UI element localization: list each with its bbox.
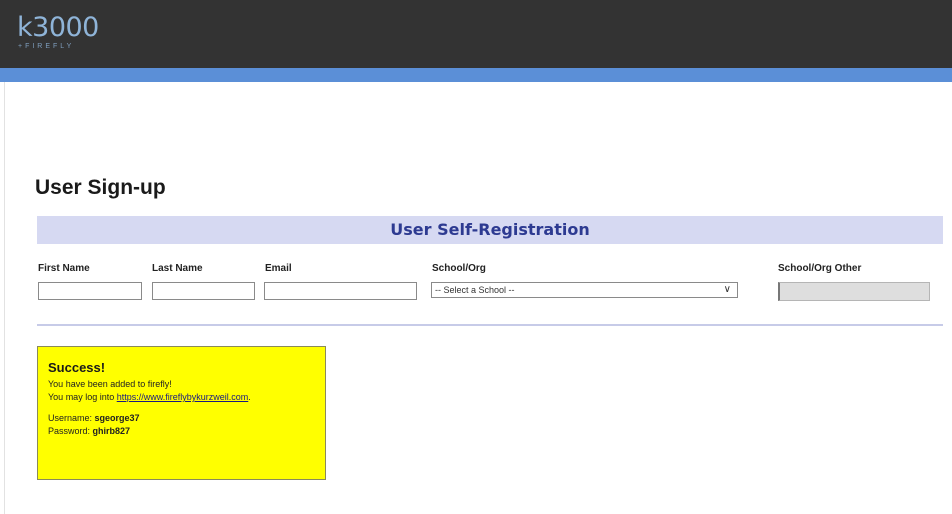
logo-wordmark: k3000 [17, 12, 99, 43]
username-label: Username: [48, 413, 95, 423]
email-field[interactable] [264, 282, 417, 300]
school-label: School/Org [432, 263, 486, 274]
first-name-label: First Name [38, 263, 90, 274]
last-name-field[interactable] [152, 282, 255, 300]
section-header: User Self-Registration [37, 216, 943, 244]
form-divider [37, 324, 943, 326]
page-title: User Sign-up [35, 176, 166, 199]
username-value: sgeorge37 [94, 413, 140, 423]
school-other-field [778, 282, 930, 301]
login-prefix: You may log into [48, 392, 117, 402]
school-other-label: School/Org Other [778, 263, 862, 274]
school-select[interactable]: -- Select a School -- ∨ [431, 282, 738, 298]
accent-bar [0, 68, 952, 82]
password-value: ghirb827 [92, 426, 131, 436]
school-select-value: -- Select a School -- [435, 285, 515, 295]
success-line-login: You may log into https://www.fireflybyku… [48, 391, 325, 404]
first-name-field[interactable] [38, 282, 142, 300]
app-header: k3000 +FIREFLY [0, 0, 952, 68]
email-label: Email [265, 263, 292, 274]
k3000-firefly-logo[interactable]: k3000 +FIREFLY [17, 12, 99, 51]
left-divider [4, 82, 5, 514]
success-line-added: You have been added to firefly! [48, 379, 172, 389]
login-suffix: . [248, 392, 251, 402]
username-line: Username: sgeorge37 [48, 412, 325, 425]
last-name-label: Last Name [152, 263, 203, 274]
success-message-box: Success! You have been added to firefly!… [37, 346, 326, 480]
chevron-down-icon: ∨ [723, 284, 731, 295]
success-title: Success! [48, 360, 106, 375]
logo-subtitle: +FIREFLY [18, 43, 75, 50]
password-label: Password: [48, 426, 93, 436]
password-line: Password: ghirb827 [48, 425, 325, 438]
firefly-login-link[interactable]: https://www.fireflybykurzweil.com [117, 392, 249, 402]
